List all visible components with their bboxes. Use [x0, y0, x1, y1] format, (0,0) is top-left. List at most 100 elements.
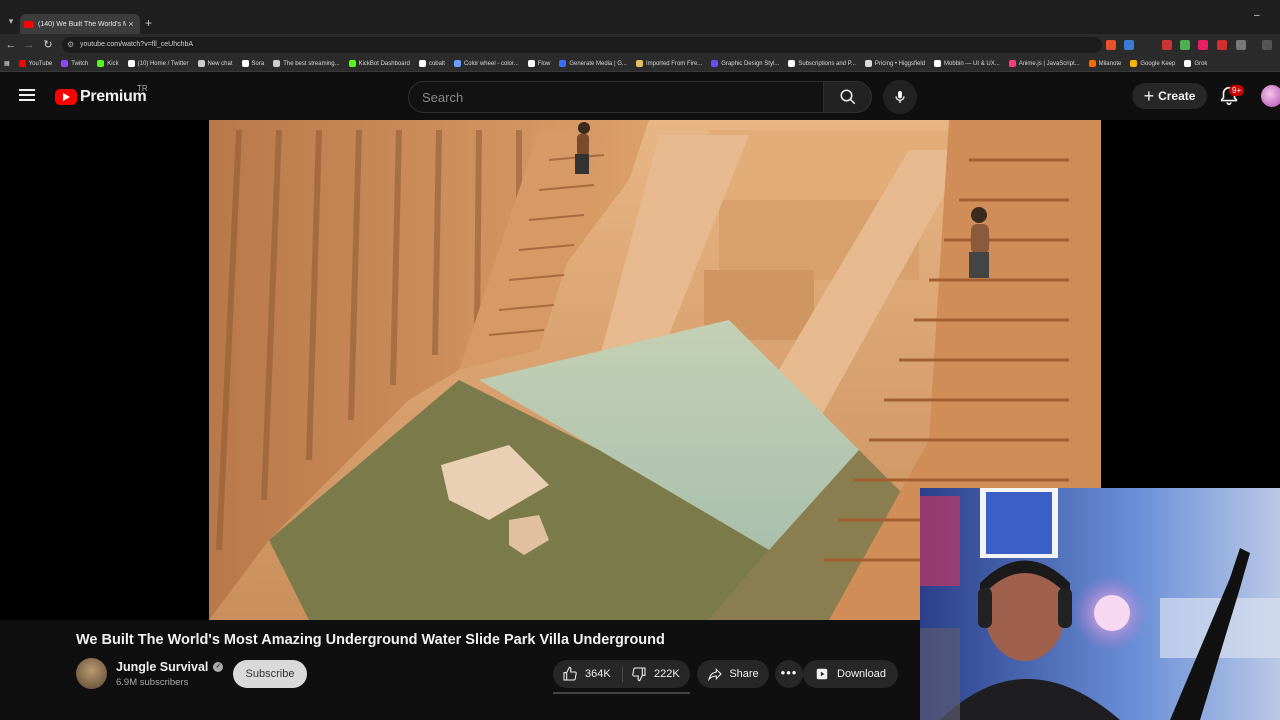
- bookmark-favicon-icon: [1088, 60, 1096, 67]
- bookmark-item[interactable]: The best streaming...: [273, 60, 340, 67]
- bookmark-favicon-icon: [864, 60, 872, 67]
- channel-name-row[interactable]: Jungle Survival ✓: [116, 660, 224, 674]
- menu-hamburger-icon[interactable]: [19, 89, 35, 101]
- extension-1-icon[interactable]: [1106, 40, 1116, 50]
- back-arrow-icon[interactable]: ←: [4, 37, 18, 53]
- bookmark-label: Sora: [251, 60, 265, 67]
- site-settings-icon[interactable]: ⚙: [67, 37, 74, 53]
- download-icon: [816, 668, 828, 680]
- extension-2-icon[interactable]: [1124, 40, 1134, 50]
- bookmark-item[interactable]: Grok: [1184, 60, 1207, 67]
- bookmark-item[interactable]: Kick: [97, 60, 119, 67]
- voice-search-button[interactable]: [883, 80, 917, 114]
- reload-icon[interactable]: ↻: [41, 37, 55, 53]
- bookmark-favicon-icon: [453, 60, 461, 67]
- share-button[interactable]: Share: [697, 660, 769, 688]
- new-tab-button[interactable]: +: [145, 14, 152, 32]
- bookmark-label: KickBot Dashboard: [358, 60, 410, 67]
- like-dislike-group: 364K 222K: [553, 660, 690, 688]
- bookmark-item[interactable]: Twitch: [61, 60, 88, 67]
- bookmark-label: Generate Media | G...: [569, 60, 627, 67]
- url-text: youtube.com/watch?v=fll_ceUhchbA: [80, 41, 194, 48]
- bookmark-favicon-icon: [559, 60, 567, 67]
- search-input[interactable]: [409, 82, 823, 112]
- bookmark-item[interactable]: Imported From Fire...: [635, 60, 702, 67]
- extensions-puzzle-icon[interactable]: [1236, 40, 1246, 50]
- video-info-section: We Built The World's Most Amazing Underg…: [0, 620, 920, 720]
- youtube-header: Premium TR + Create 9+: [0, 72, 1280, 120]
- bookmark-favicon-icon: [418, 60, 426, 67]
- browser-tab-active[interactable]: (140) We Built The World's Mo ×: [20, 14, 140, 34]
- forward-arrow-icon[interactable]: →: [22, 37, 36, 53]
- bookmark-label: Pricing • Higgsfield: [874, 60, 926, 67]
- bookmark-label: Anime.js | JavaScript...: [1018, 60, 1080, 67]
- browser-tab-strip: ▾ (140) We Built The World's Mo × + –: [0, 0, 1280, 34]
- extension-3-icon[interactable]: [1162, 40, 1172, 50]
- channel-name[interactable]: Jungle Survival: [116, 660, 208, 674]
- bookmark-item[interactable]: Anime.js | JavaScript...: [1008, 60, 1080, 67]
- subscriber-count: 6.9M subscribers: [116, 677, 189, 688]
- minimize-window-button[interactable]: –: [1254, 10, 1260, 21]
- webcam-feed-image: [920, 488, 1280, 720]
- bookmark-label: YouTube: [28, 60, 53, 67]
- tab-close-icon[interactable]: ×: [126, 19, 136, 29]
- address-bar[interactable]: ⚙ youtube.com/watch?v=fll_ceUhchbA: [62, 37, 1102, 53]
- channel-avatar[interactable]: [76, 658, 107, 689]
- bookmark-item[interactable]: cobalt: [418, 60, 445, 67]
- bookmark-label: Graphic Design Styl...: [721, 60, 780, 67]
- search-button[interactable]: [823, 81, 872, 113]
- account-avatar[interactable]: [1261, 85, 1280, 107]
- bookmark-item[interactable]: Sora: [241, 60, 265, 67]
- bookmark-label: Kick: [107, 60, 119, 67]
- bookmark-item[interactable]: Flow: [527, 60, 551, 67]
- bookmark-item[interactable]: Color wheel - color...: [453, 60, 519, 67]
- microphone-icon: [895, 91, 905, 103]
- bookmark-label: Twitch: [71, 60, 89, 67]
- bookmark-item[interactable]: Mobbin — UI & UX...: [934, 60, 1000, 67]
- like-ratio-bar: [553, 692, 690, 694]
- youtube-premium-logo[interactable]: Premium TR: [55, 84, 148, 106]
- bookmark-favicon-icon: [788, 60, 796, 67]
- bookmark-label: Flow: [537, 60, 551, 67]
- bookmark-item[interactable]: Google Keep: [1130, 60, 1175, 67]
- apps-grid-icon[interactable]: ▦: [4, 60, 10, 67]
- bookmark-item[interactable]: (10) Home / Twitter: [127, 60, 189, 67]
- bookmark-item[interactable]: YouTube: [18, 60, 53, 67]
- bookmark-item[interactable]: Generate Media | G...: [559, 60, 627, 67]
- bookmark-item[interactable]: New chat: [197, 60, 233, 67]
- bookmark-item[interactable]: KickBot Dashboard: [348, 60, 410, 67]
- bookmark-label: cobalt: [428, 60, 445, 67]
- bookmark-item[interactable]: Graphic Design Styl...: [711, 60, 779, 67]
- bookmark-item[interactable]: Milanote: [1088, 60, 1121, 67]
- more-actions-button[interactable]: •••: [775, 660, 803, 688]
- download-label: Download: [837, 668, 886, 680]
- bookmark-favicon-icon: [18, 60, 26, 67]
- extension-5-icon[interactable]: [1198, 40, 1208, 50]
- like-button[interactable]: 364K: [553, 660, 622, 688]
- bookmark-label: (10) Home / Twitter: [137, 60, 189, 67]
- notification-count-badge: 9+: [1229, 85, 1245, 96]
- dislike-count: 222K: [654, 668, 680, 680]
- download-button[interactable]: Download: [803, 660, 898, 688]
- bookmark-label: The best streaming...: [283, 60, 340, 67]
- bookmark-favicon-icon: [711, 60, 719, 67]
- profile-icon[interactable]: [1262, 40, 1272, 50]
- bookmark-item[interactable]: Pricing • Higgsfield: [864, 60, 926, 67]
- bookmark-favicon-icon: [934, 60, 942, 67]
- create-label: Create: [1158, 89, 1196, 103]
- more-dots-icon: •••: [780, 665, 798, 680]
- dislike-button[interactable]: 222K: [623, 660, 690, 688]
- verified-check-icon: ✓: [213, 662, 224, 672]
- bookmark-favicon-icon: [1130, 60, 1138, 67]
- bookmark-label: Subscriptions and P...: [798, 60, 856, 67]
- bookmark-item[interactable]: Subscriptions and P...: [788, 60, 856, 67]
- tab-search-chevron-icon[interactable]: ▾: [4, 14, 18, 28]
- share-arrow-icon: [708, 668, 723, 682]
- bookmark-favicon-icon: [197, 60, 205, 67]
- youtube-favicon-icon: [24, 20, 34, 28]
- extension-6-icon[interactable]: [1217, 40, 1227, 50]
- extension-4-icon[interactable]: [1180, 40, 1190, 50]
- create-button[interactable]: + Create: [1132, 83, 1207, 109]
- country-code: TR: [137, 84, 148, 93]
- subscribe-button[interactable]: Subscribe: [233, 660, 307, 688]
